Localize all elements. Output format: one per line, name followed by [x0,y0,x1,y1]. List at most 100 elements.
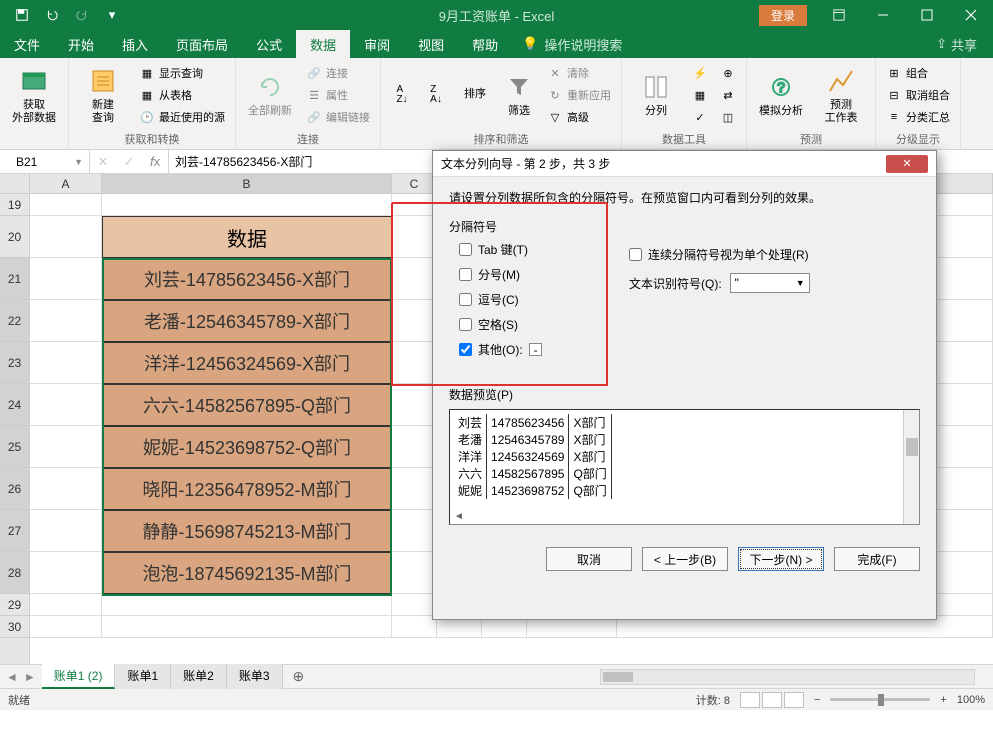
comma-checkbox[interactable]: 逗号(C) [459,291,599,308]
menu-layout[interactable]: 页面布局 [162,30,242,58]
login-button[interactable]: 登录 [759,5,807,26]
row-header[interactable]: 26 [0,468,29,510]
cell[interactable] [102,616,392,638]
sheet-nav-prev-icon[interactable]: ◄ [6,670,18,684]
cell[interactable] [30,300,102,342]
col-header[interactable]: C [392,174,437,193]
preview-scroll-left-icon[interactable]: ◄ [454,511,464,522]
cell[interactable] [30,552,102,594]
cell[interactable] [30,426,102,468]
cell[interactable] [392,468,437,510]
cell[interactable]: 数据 [102,216,392,258]
data-validation-button[interactable]: ✓ [688,107,712,127]
cell[interactable]: 六六-14582567895-Q部门 [102,384,392,426]
flash-fill-button[interactable]: ⚡ [688,63,712,83]
cell[interactable] [30,594,102,616]
text-to-columns-button[interactable]: 分列 [628,62,684,128]
cell[interactable] [30,510,102,552]
preview-vertical-scrollbar[interactable] [903,410,919,524]
remove-duplicates-button[interactable]: ▦ [688,85,712,105]
row-header[interactable]: 19 [0,194,29,216]
other-checkbox[interactable]: 其他(O): [459,341,599,358]
relationships-button[interactable]: ⇄ [716,85,740,105]
menu-view[interactable]: 视图 [404,30,458,58]
sort-az-button[interactable]: AZ↓ [387,62,417,128]
row-header[interactable]: 25 [0,426,29,468]
cell[interactable] [30,194,102,216]
from-table-button[interactable]: ▦从表格 [135,85,229,105]
cell[interactable] [392,510,437,552]
cell[interactable] [392,216,437,258]
minimize-icon[interactable] [861,0,905,30]
manage-model-button[interactable]: ◫ [716,107,740,127]
cell[interactable]: 泡泡-18745692135-M部门 [102,552,392,594]
row-header[interactable]: 27 [0,510,29,552]
consolidate-button[interactable]: ⊕ [716,63,740,83]
forecast-button[interactable]: 预测 工作表 [813,62,869,128]
refresh-all-button[interactable]: 全部刷新 [242,62,298,128]
space-checkbox[interactable]: 空格(S) [459,316,599,333]
col-header[interactable]: A [30,174,102,193]
get-external-data-button[interactable]: 获取 外部数据 [6,62,62,128]
row-header[interactable]: 29 [0,594,29,616]
zoom-level[interactable]: 100% [957,694,985,706]
cell[interactable] [392,384,437,426]
new-query-button[interactable]: 新建 查询 [75,62,131,128]
ungroup-button[interactable]: ⊟取消组合 [882,85,954,105]
cell[interactable] [30,258,102,300]
cell[interactable] [392,258,437,300]
menu-review[interactable]: 审阅 [350,30,404,58]
subtotal-button[interactable]: ≡分类汇总 [882,107,954,127]
enter-formula-icon[interactable]: ✓ [116,154,142,170]
filter-button[interactable]: 筛选 [499,62,539,128]
cell[interactable] [392,616,437,638]
sheet-nav-next-icon[interactable]: ► [24,670,36,684]
sort-za-button[interactable]: ZA↓ [421,62,451,128]
cell[interactable] [392,552,437,594]
close-icon[interactable] [949,0,993,30]
row-header[interactable]: 30 [0,616,29,638]
show-queries-button[interactable]: ▦显示查询 [135,63,229,83]
group-button[interactable]: ⊞组合 [882,63,954,83]
sort-button[interactable]: 排序 [455,62,495,128]
advanced-filter-button[interactable]: ▽高级 [543,107,615,127]
cell[interactable] [30,616,102,638]
recent-sources-button[interactable]: 🕑最近使用的源 [135,107,229,127]
sheet-tab[interactable]: 账单2 [171,664,227,689]
cell[interactable] [30,384,102,426]
reapply-button[interactable]: ↻重新应用 [543,85,615,105]
dialog-close-button[interactable]: ✕ [886,155,928,173]
add-sheet-button[interactable]: ⊕ [283,668,315,685]
finish-button[interactable]: 完成(F) [834,547,920,571]
sheet-tab[interactable]: 账单1 (2) [42,664,116,689]
connections-button[interactable]: 🔗连接 [302,63,374,83]
whatif-button[interactable]: ? 模拟分析 [753,62,809,128]
page-layout-view-button[interactable] [762,692,782,708]
maximize-icon[interactable] [905,0,949,30]
redo-icon[interactable] [68,3,96,27]
cell[interactable] [392,300,437,342]
cell[interactable] [392,426,437,468]
cell[interactable]: 刘芸-14785623456-X部门 [102,258,392,300]
back-button[interactable]: < 上一步(B) [642,547,728,571]
cell[interactable]: 静静-15698745213-M部门 [102,510,392,552]
select-all-corner[interactable] [0,174,30,193]
semicolon-checkbox[interactable]: 分号(M) [459,266,599,283]
cell[interactable] [392,342,437,384]
cell[interactable]: 老潘-12546345789-X部门 [102,300,392,342]
row-header[interactable]: 21 [0,258,29,300]
share-button[interactable]: ⇪ 共享 [920,30,993,58]
sheet-tab[interactable]: 账单3 [227,664,283,689]
qat-customize-icon[interactable]: ▾ [98,3,126,27]
menu-formulas[interactable]: 公式 [242,30,296,58]
cell[interactable]: 洋洋-12456324569-X部门 [102,342,392,384]
cell[interactable] [392,194,437,216]
menu-home[interactable]: 开始 [54,30,108,58]
zoom-in-button[interactable]: + [940,694,946,706]
cell[interactable] [30,468,102,510]
zoom-slider[interactable] [830,698,930,701]
menu-insert[interactable]: 插入 [108,30,162,58]
cell[interactable] [30,342,102,384]
cell[interactable] [392,594,437,616]
other-delimiter-input[interactable] [529,343,542,356]
